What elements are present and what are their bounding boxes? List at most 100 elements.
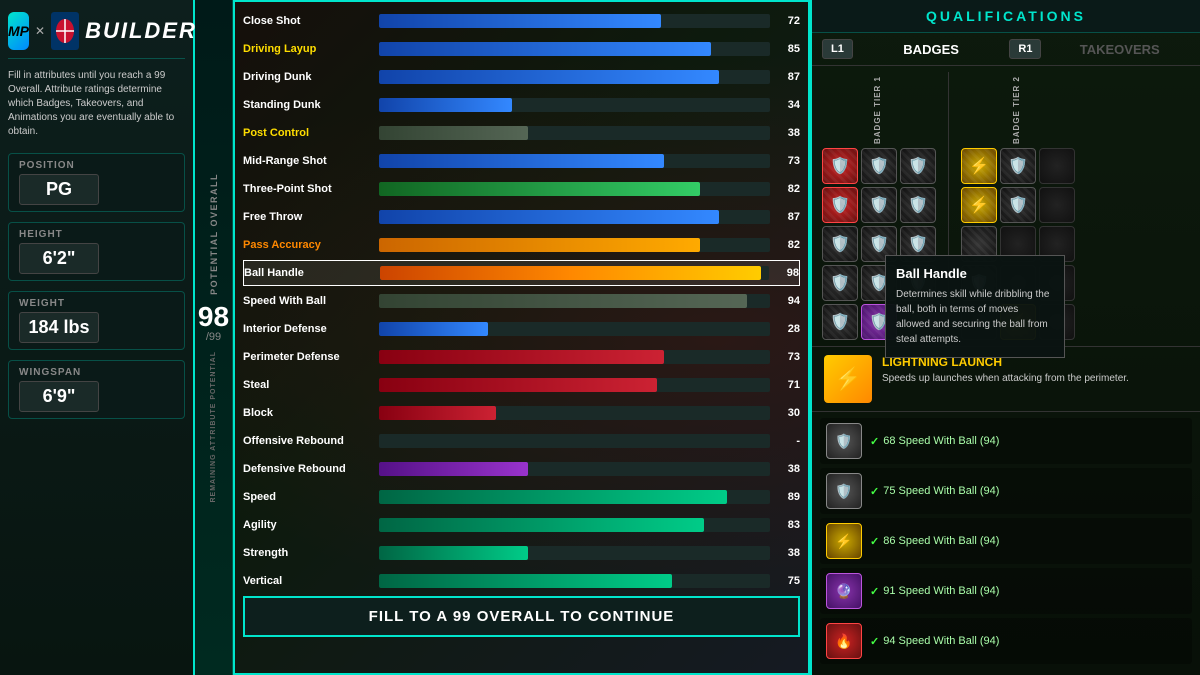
wingspan-value: 6'9" [19, 381, 99, 412]
qual-item: 🛡️ ✓ 75 Speed With Ball (94) [820, 468, 1192, 514]
badge-item: ⚡ [961, 187, 997, 223]
badge-item: 🛡️ [900, 187, 936, 223]
attr-name: Defensive Rebound [243, 463, 373, 475]
attr-name: Three-Point Shot [243, 183, 373, 195]
attr-bar-bg [379, 126, 770, 140]
attr-bar-fill [379, 490, 727, 504]
overall-bar: POTENTIAL OVERALL 98 /99 REMAINING ATTRI… [195, 0, 233, 675]
attr-value: 82 [776, 183, 800, 195]
attr-row[interactable]: Defensive Rebound38 [243, 456, 800, 482]
attr-value: 89 [776, 491, 800, 503]
qual-badge: 🔮 [826, 573, 862, 609]
qual-badge: 🛡️ [826, 423, 862, 459]
attr-bar-fill [379, 14, 661, 28]
badge-item: 🛡️ [822, 265, 858, 301]
attr-bar-bg [379, 350, 770, 364]
attr-value: 75 [776, 575, 800, 587]
r1-button[interactable]: R1 [1009, 39, 1041, 59]
attr-bar-fill [379, 98, 512, 112]
attr-row[interactable]: Free Throw87 [243, 204, 800, 230]
attr-row[interactable]: Pass Accuracy82 [243, 232, 800, 258]
attr-row[interactable]: Strength38 [243, 540, 800, 566]
attr-bar-fill [379, 294, 747, 308]
weight-box: WEIGHT 184 lbs [8, 291, 185, 350]
attr-name: Interior Defense [243, 323, 373, 335]
logo-area: MP ✕ BUILDER [8, 8, 185, 59]
qual-text: ✓ 94 Speed With Ball (94) [870, 635, 999, 648]
attr-value: 94 [776, 295, 800, 307]
attr-bar-fill [379, 182, 700, 196]
attr-bar-bg [379, 546, 770, 560]
attr-row[interactable]: Perimeter Defense73 [243, 344, 800, 370]
attr-row[interactable]: Ball Handle98 [243, 260, 800, 286]
attr-bar-bg [379, 14, 770, 28]
attr-row[interactable]: Driving Dunk87 [243, 64, 800, 90]
attr-value: 30 [776, 407, 800, 419]
attr-value: 28 [776, 323, 800, 335]
attr-name: Steal [243, 379, 373, 391]
attr-row[interactable]: Close Shot72 [243, 8, 800, 34]
weight-label: WEIGHT [19, 298, 174, 309]
attr-name: Standing Dunk [243, 99, 373, 111]
attr-bar-fill [379, 462, 528, 476]
l1-button[interactable]: L1 [822, 39, 853, 59]
check-mark: ✓ [870, 585, 879, 598]
attr-row[interactable]: Post Control38 [243, 120, 800, 146]
position-box: POSITION PG [8, 153, 185, 212]
attr-bar-fill [379, 154, 664, 168]
attr-bar-fill [380, 266, 761, 280]
wingspan-box: WINGSPAN 6'9" [8, 360, 185, 419]
badge-item: 🛡️ [822, 148, 858, 184]
badge-item: 🛡️ [1000, 187, 1036, 223]
attr-bar-bg [379, 406, 770, 420]
x-symbol: ✕ [35, 24, 45, 38]
attr-bar-fill [379, 350, 664, 364]
attr-bar-bg [379, 154, 770, 168]
badge-item: 🛡️ [861, 187, 897, 223]
weight-value: 184 lbs [19, 312, 99, 343]
attr-value: 87 [776, 211, 800, 223]
attr-bar-fill [379, 574, 672, 588]
takeovers-tab[interactable]: TAKEOVERS [1049, 42, 1190, 57]
lightning-desc: Speeds up launches when attacking from t… [882, 372, 1188, 386]
attr-value: 73 [776, 351, 800, 363]
description-text: Fill in attributes until you reach a 99 … [8, 65, 185, 143]
attr-row[interactable]: Agility83 [243, 512, 800, 538]
attr-value: 82 [776, 239, 800, 251]
overall-number: 98 [198, 303, 229, 331]
check-mark: ✓ [870, 635, 879, 648]
attr-row[interactable]: Standing Dunk 34 [243, 92, 800, 118]
qual-item: ⚡ ✓ 86 Speed With Ball (94) [820, 518, 1192, 564]
attr-row[interactable]: Mid-Range Shot73 [243, 148, 800, 174]
attr-value: 34 [776, 99, 800, 111]
attr-row[interactable]: Vertical75 [243, 568, 800, 594]
qual-badge: 🛡️ [826, 473, 862, 509]
attr-row[interactable]: Speed89 [243, 484, 800, 510]
attr-row[interactable]: Driving Layup85 [243, 36, 800, 62]
tier1-label: BADGE TIER 1 [873, 72, 882, 148]
badges-tab[interactable]: BADGES [861, 42, 1002, 57]
tabs-row: L1 BADGES R1 TAKEOVERS [812, 33, 1200, 66]
attr-bar-fill [379, 546, 528, 560]
attr-row[interactable]: Offensive Rebound- [243, 428, 800, 454]
qual-text: ✓ 86 Speed With Ball (94) [870, 535, 999, 548]
check-mark: ✓ [870, 435, 879, 448]
badge-item: 🛡️ [822, 187, 858, 223]
attr-row[interactable]: Three-Point Shot 82 [243, 176, 800, 202]
qual-text: ✓ 68 Speed With Ball (94) [870, 435, 999, 448]
middle-panel: POTENTIAL OVERALL 98 /99 REMAINING ATTRI… [195, 0, 810, 675]
qual-badge: ⚡ [826, 523, 862, 559]
attr-bar-fill [379, 210, 719, 224]
attr-row[interactable]: Steal71 [243, 372, 800, 398]
attr-value: 38 [776, 547, 800, 559]
wingspan-label: WINGSPAN [19, 367, 174, 378]
check-mark: ✓ [870, 485, 879, 498]
attr-row[interactable]: Speed With Ball94 [243, 288, 800, 314]
qual-badge: 🔥 [826, 623, 862, 659]
attr-row[interactable]: Interior Defense 28 [243, 316, 800, 342]
attr-row[interactable]: Block30 [243, 400, 800, 426]
overall-max: /99 [206, 331, 221, 343]
badge-item: 🛡️ [1000, 148, 1036, 184]
attr-name: Close Shot [243, 15, 373, 27]
badge-item: 🛡️ [861, 148, 897, 184]
